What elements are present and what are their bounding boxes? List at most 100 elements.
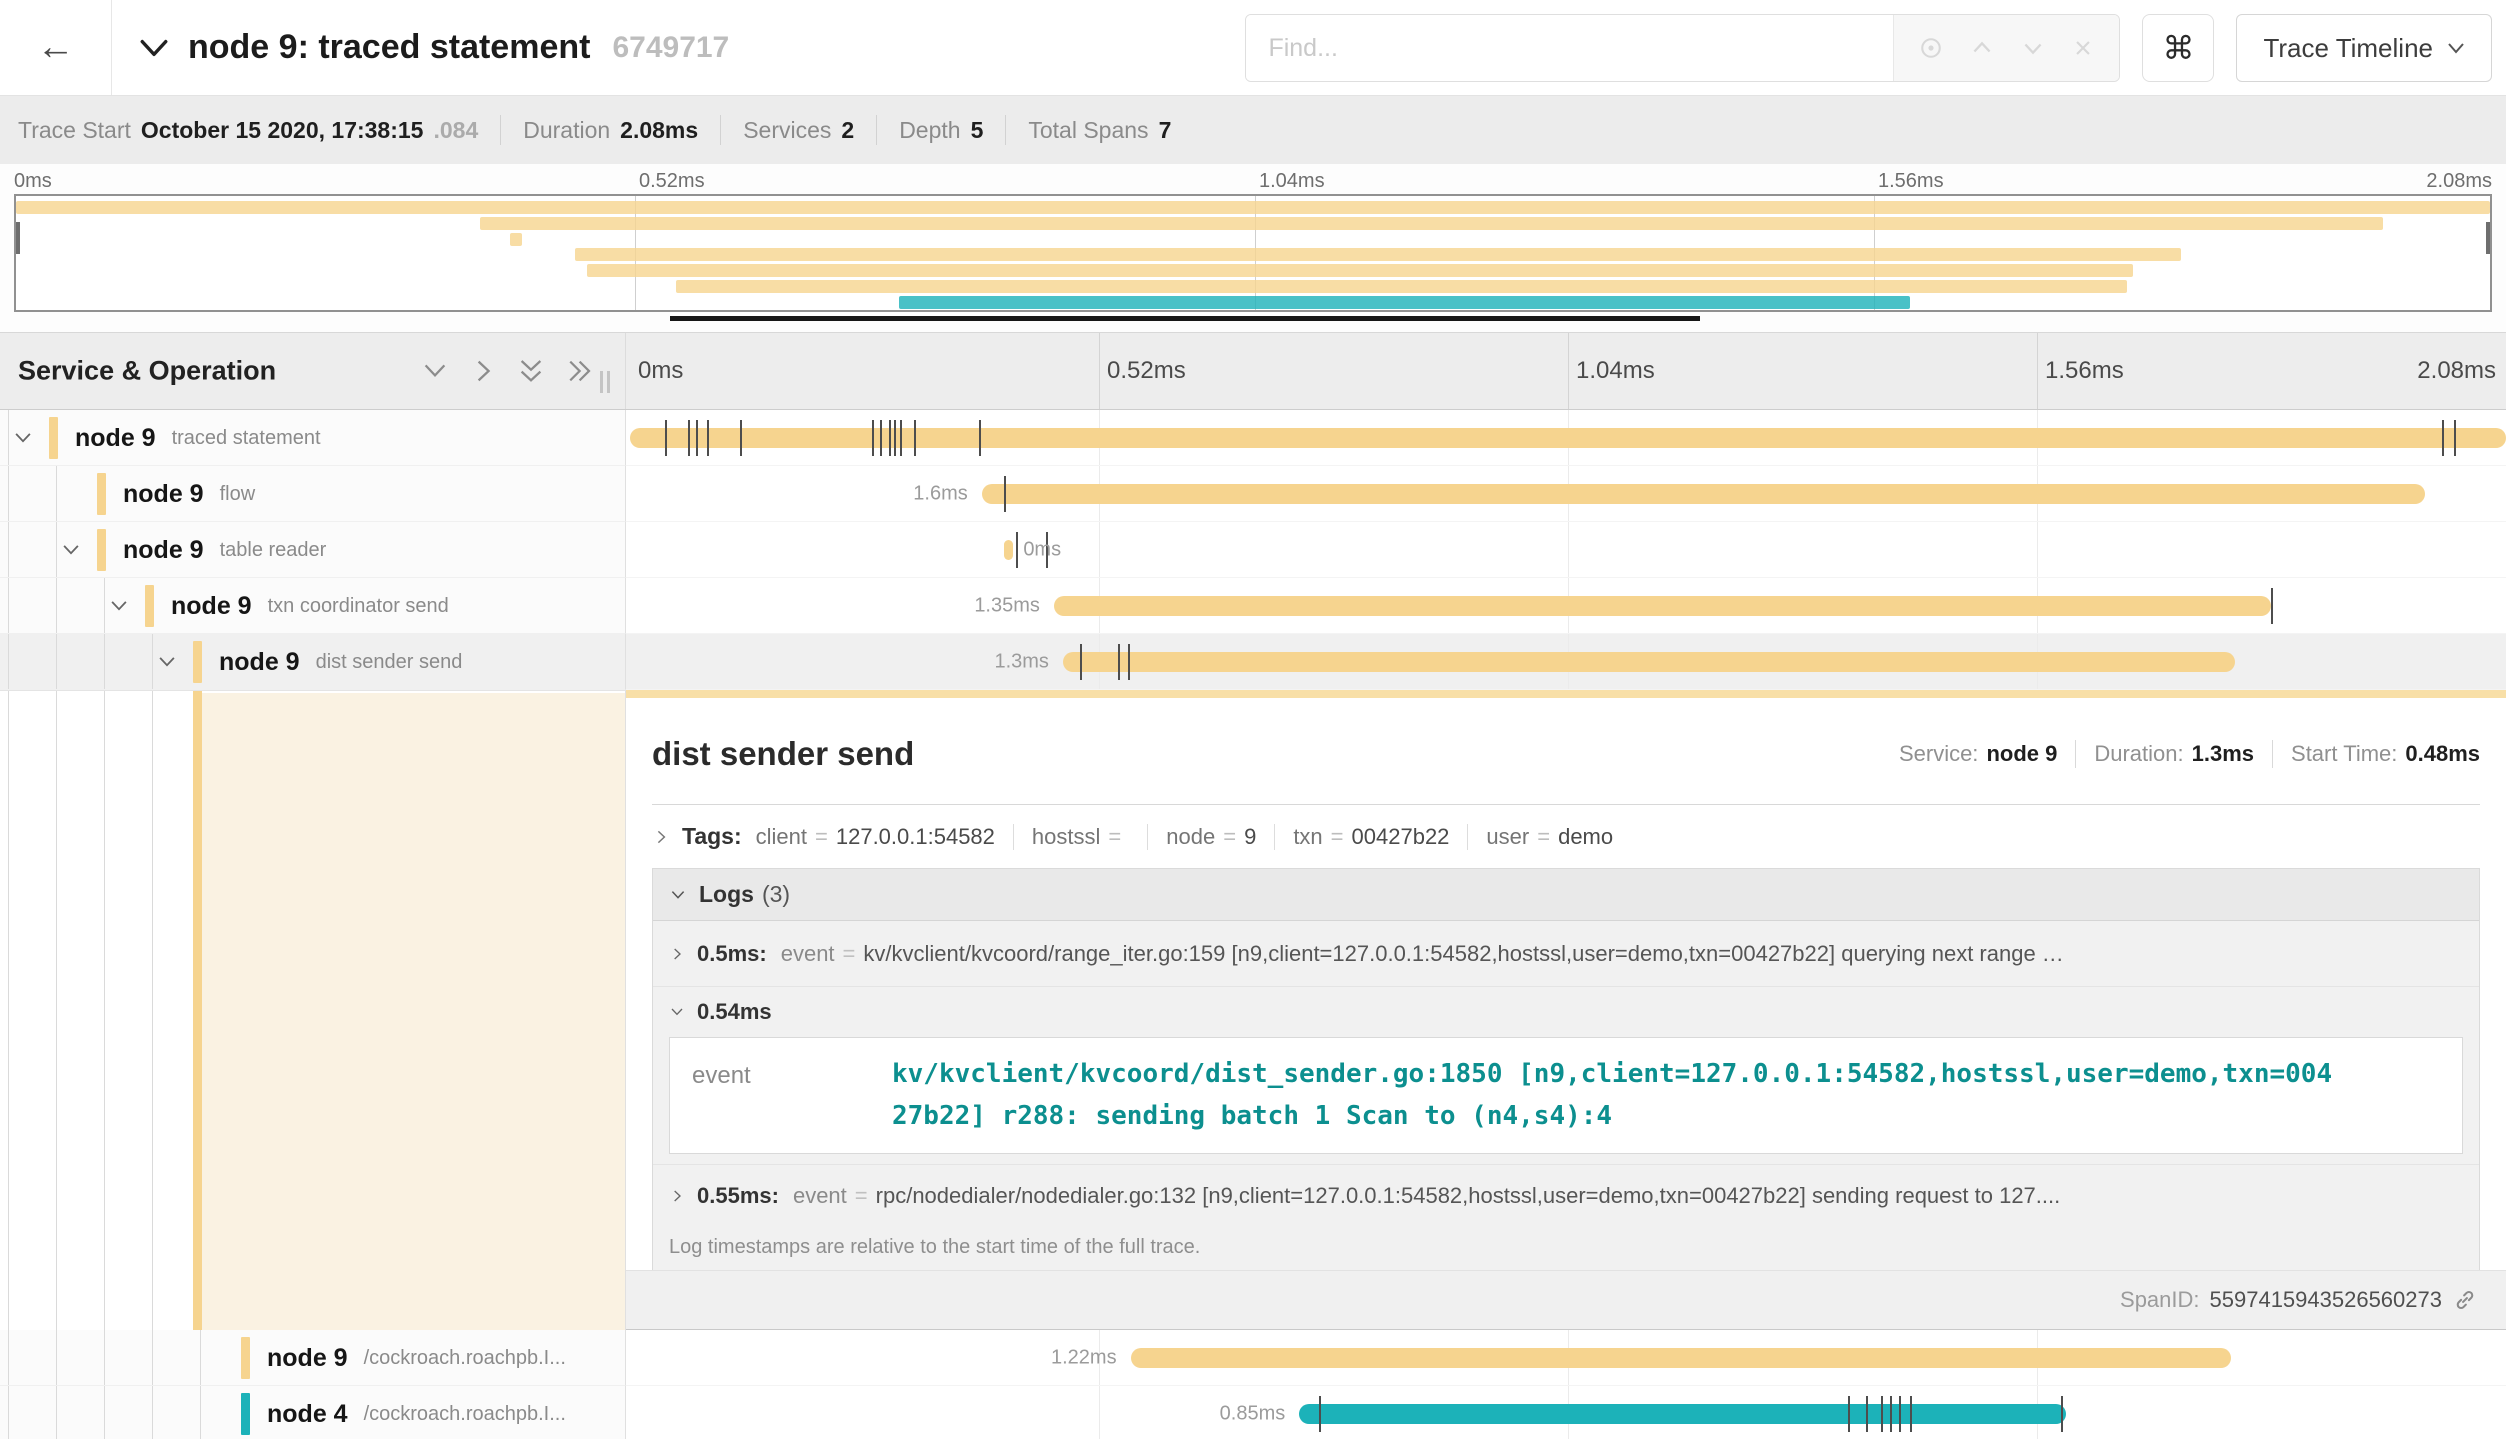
ruler-gridline (1099, 333, 1100, 409)
log-field-value: kv/kvclient/kvcoord/dist_sender.go:1850 … (892, 1054, 2333, 1137)
log-entry[interactable]: 0.55ms: event = rpc/nodedialer/nodediale… (653, 1164, 2479, 1226)
span-duration-bar[interactable] (1004, 540, 1013, 560)
divider (876, 115, 877, 145)
span-gantt-cell[interactable]: 1.35ms (626, 578, 2506, 634)
span-duration-bar[interactable] (1063, 652, 2236, 672)
log-entry-expanded-header[interactable]: 0.54ms (653, 987, 2479, 1037)
timeline-gridline (1099, 522, 1100, 577)
span-operation-name: /cockroach.roachpb.I... (364, 1347, 566, 1370)
collapse-all-icon[interactable] (516, 356, 546, 386)
span-duration-label: 0ms (1023, 538, 1061, 561)
ruler-gridline (2037, 333, 2038, 409)
span-gantt-cell[interactable]: 1.22ms (626, 1330, 2506, 1386)
span-gantt-cell[interactable]: 0ms (626, 522, 2506, 578)
indent-guide (104, 1386, 105, 1439)
indent-guide (152, 1386, 153, 1439)
indent-guide (8, 634, 9, 689)
span-tree-cell[interactable]: node 9table reader (0, 522, 626, 578)
log-entry[interactable]: 0.5ms: event = kv/kvclient/kvcoord/range… (653, 921, 2479, 987)
span-row[interactable]: node 9flow 1.6ms (0, 466, 2506, 522)
log-marker-tick (1899, 1396, 1901, 1432)
collapse-trace-chevron-icon[interactable] (138, 36, 170, 60)
span-duration-bar[interactable] (1054, 596, 2272, 616)
minimap-tick-label: 2.08ms (2426, 170, 2492, 193)
log-marker-tick (1881, 1396, 1883, 1432)
span-row[interactable]: node 4/cockroach.roachpb.I...0.85ms (0, 1386, 2506, 1439)
span-operation-name: dist sender send (316, 651, 463, 674)
back-button[interactable]: ← (0, 0, 112, 95)
span-tree-cell[interactable]: node 9txn coordinator send (0, 578, 626, 634)
find-input[interactable] (1246, 15, 1893, 81)
minimap-scroll-indicator[interactable] (670, 316, 1700, 321)
indent-guide (56, 522, 57, 577)
span-gantt-cell[interactable]: 1.3ms (626, 634, 2506, 690)
span-row[interactable]: node 9txn coordinator send 1.35ms (0, 578, 2506, 634)
tag-item: node=9 (1166, 824, 1256, 850)
log-marker-tick (889, 420, 891, 456)
span-detail-meta: Service: node 9 Duration: 1.3ms Start Ti… (1899, 740, 2480, 768)
column-resizer[interactable] (600, 371, 610, 393)
view-selector-button[interactable]: Trace Timeline (2236, 14, 2492, 82)
span-duration-bar[interactable] (982, 484, 2425, 504)
span-tree-cell[interactable]: node 9traced statement (0, 410, 626, 466)
log-marker-tick (2454, 420, 2456, 456)
span-gantt-cell[interactable]: 1.6ms (626, 466, 2506, 522)
expand-one-icon[interactable] (468, 356, 498, 386)
minimap-span-bar (16, 201, 2490, 214)
span-row[interactable]: node 9traced statement (0, 410, 2506, 466)
span-row[interactable]: node 9table reader 0ms (0, 522, 2506, 578)
span-tree-cell[interactable]: node 9/cockroach.roachpb.I... (0, 1330, 626, 1386)
keyboard-shortcuts-button[interactable]: ⌘ (2142, 14, 2214, 82)
match-scope-icon[interactable] (1917, 34, 1945, 62)
span-tree-cell[interactable]: node 9flow (0, 466, 626, 522)
span-toggle-icon[interactable] (60, 539, 82, 561)
span-duration-bar[interactable] (630, 428, 2506, 448)
find-next-icon[interactable] (2019, 34, 2047, 62)
span-tree-cell[interactable]: node 9dist sender send (0, 634, 626, 690)
minimap-tick-label: 1.56ms (1878, 170, 1944, 193)
logs-section: Logs (3) 0.5ms: event = kv/kvclient/kvco… (652, 868, 2480, 1270)
minimap-span-bar (899, 296, 1910, 309)
span-row[interactable]: node 9dist sender send1.3ms (0, 634, 2506, 690)
span-tree-cell[interactable]: node 4/cockroach.roachpb.I... (0, 1386, 626, 1439)
tags-row[interactable]: Tags: client=127.0.0.1:54582 hostssl= no… (652, 823, 2480, 850)
span-gantt-cell[interactable] (626, 410, 2506, 466)
span-duration-label: 1.6ms (913, 482, 967, 505)
view-selector-label: Trace Timeline (2263, 33, 2433, 64)
span-toggle-icon[interactable] (156, 651, 178, 673)
collapse-one-icon[interactable] (420, 356, 450, 386)
span-detail-panel: dist sender send Service: node 9 Duratio… (626, 690, 2506, 1330)
span-toggle-icon[interactable] (12, 427, 34, 449)
divider (2075, 740, 2076, 768)
trace-minimap: 0ms 0.52ms 1.04ms 1.56ms 2.08ms (0, 164, 2506, 332)
timeline-gridline (2037, 522, 2038, 577)
span-duration-label: 1.35ms (974, 594, 1040, 617)
minimap-right-handle[interactable] (2486, 222, 2490, 254)
minimap-left-handle[interactable] (16, 222, 20, 254)
span-row[interactable]: node 9/cockroach.roachpb.I...1.22ms (0, 1330, 2506, 1386)
span-gantt-cell[interactable]: 0.85ms (626, 1386, 2506, 1439)
logs-header[interactable]: Logs (3) (653, 869, 2479, 921)
indent-guide (200, 1330, 201, 1385)
link-icon[interactable] (2452, 1287, 2478, 1313)
log-timestamp: 0.5ms: (697, 941, 767, 967)
span-toggle-icon[interactable] (108, 595, 130, 617)
ruler-tick-label: 1.04ms (1576, 357, 1655, 385)
trace-depth: Depth 5 (899, 117, 983, 144)
log-marker-tick (688, 420, 690, 456)
find-prev-icon[interactable] (1968, 34, 1996, 62)
log-field-value: kv/kvclient/kvcoord/range_iter.go:159 [n… (863, 941, 2063, 967)
back-arrow-icon: ← (37, 26, 75, 69)
log-marker-tick (1890, 1396, 1892, 1432)
span-row-label: node 9traced statement (75, 410, 321, 466)
indent-guide (56, 1386, 57, 1439)
trace-id: 6749717 (612, 31, 729, 65)
expand-all-icon[interactable] (564, 356, 594, 386)
find-clear-icon[interactable] (2070, 35, 2096, 61)
trace-services: Services 2 (743, 117, 854, 144)
span-duration-bar[interactable] (1131, 1348, 2231, 1368)
span-duration-bar[interactable] (1299, 1404, 2066, 1424)
indent-guide (200, 1386, 201, 1439)
minimap-span-bar (480, 217, 2383, 230)
minimap-canvas[interactable] (14, 194, 2492, 312)
